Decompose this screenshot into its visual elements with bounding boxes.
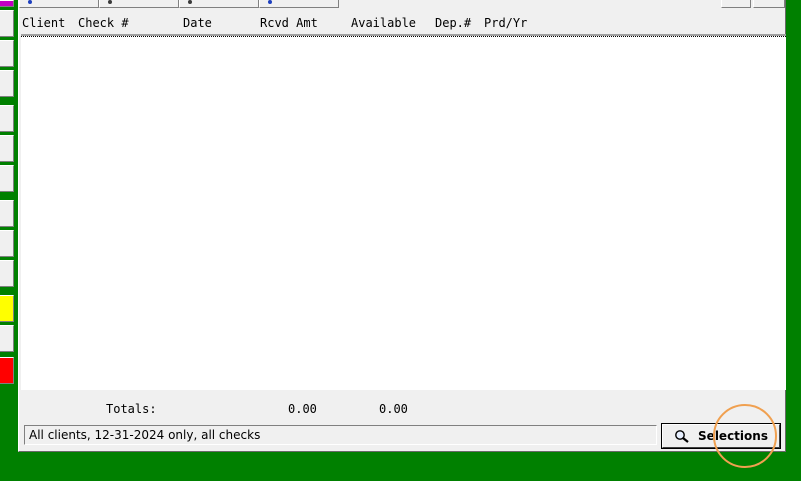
totals-available: 0.00: [379, 402, 408, 416]
column-deposit-number[interactable]: Dep.#: [435, 16, 471, 30]
column-rcvd-amt[interactable]: Rcvd Amt: [260, 16, 318, 30]
totals-row: Totals: 0.00 0.00: [19, 398, 785, 418]
magnifier-icon: [675, 430, 689, 443]
selections-label: Selections: [698, 429, 768, 443]
toolbar-tab-icon: [28, 0, 32, 4]
side-button-yellow[interactable]: [0, 295, 14, 322]
side-button-1[interactable]: [0, 10, 14, 37]
toolbar-delete-button[interactable]: [753, 0, 785, 8]
column-header: Client Check # Date Rcvd Amt Available D…: [21, 10, 783, 34]
side-button-6[interactable]: [0, 165, 14, 192]
column-client[interactable]: Client: [22, 16, 65, 30]
selections-button[interactable]: Selections: [662, 424, 780, 448]
column-prd-yr[interactable]: Prd/Yr: [484, 16, 527, 30]
side-button-5[interactable]: [0, 135, 14, 162]
side-button-7[interactable]: [0, 200, 14, 227]
toolbar-add-button[interactable]: [721, 0, 751, 8]
side-button-8[interactable]: [0, 230, 14, 257]
side-button-2[interactable]: [0, 40, 14, 67]
toolbar-tab-3[interactable]: [179, 0, 259, 8]
totals-label: Totals:: [106, 402, 157, 416]
checks-panel: Client Check # Date Rcvd Amt Available D…: [18, 0, 786, 452]
left-toolbar: [0, 0, 15, 392]
column-available[interactable]: Available: [351, 16, 416, 30]
side-button-4[interactable]: [0, 105, 14, 132]
toolbar-tab-icon: [188, 0, 192, 4]
filter-status-field: All clients, 12-31-2024 only, all checks: [24, 425, 657, 445]
top-toolbar: [19, 0, 785, 10]
side-button-3[interactable]: [0, 70, 14, 97]
totals-rcvd-amt: 0.00: [288, 402, 317, 416]
side-button-red[interactable]: [0, 357, 14, 384]
toolbar-tab-4[interactable]: [259, 0, 339, 8]
checks-list[interactable]: [21, 34, 786, 390]
side-button-magenta[interactable]: [0, 0, 14, 7]
toolbar-tab-icon: [108, 0, 112, 4]
toolbar-tab-1[interactable]: [19, 0, 99, 8]
toolbar-tab-icon: [268, 0, 272, 4]
column-date[interactable]: Date: [183, 16, 212, 30]
toolbar-tab-2[interactable]: [99, 0, 179, 8]
side-button-9[interactable]: [0, 260, 14, 287]
column-check-number[interactable]: Check #: [78, 16, 129, 30]
side-button-10[interactable]: [0, 325, 14, 352]
